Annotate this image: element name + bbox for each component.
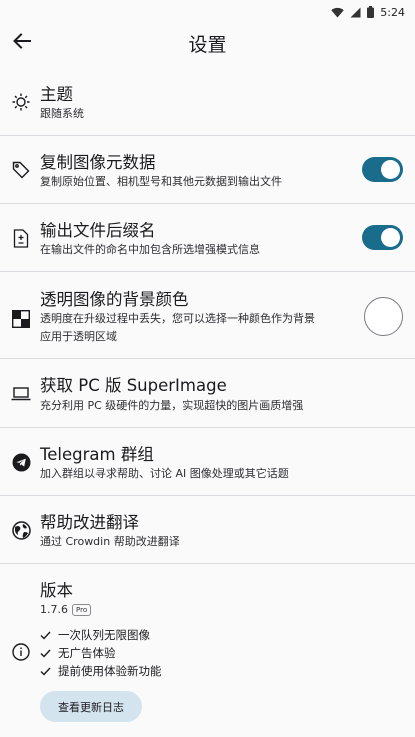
sun-icon	[11, 92, 31, 112]
setting-title: 获取 PC 版 SuperImage	[40, 376, 227, 395]
checkerboard-icon	[11, 309, 31, 329]
setting-theme[interactable]: 主题 跟随系统	[0, 68, 415, 135]
feature-item: 提前使用体验新功能	[40, 662, 162, 680]
telegram-icon	[11, 452, 31, 472]
setting-title: 复制图像元数据	[40, 153, 156, 172]
feature-label: 一次队列无限图像	[58, 628, 150, 642]
setting-subtitle: 透明度在升级过程中丢失，您可以选择一种颜色作为背景	[40, 312, 315, 325]
status-bar: 5:24	[0, 0, 415, 20]
setting-title: 主题	[40, 85, 73, 104]
tag-icon	[11, 160, 31, 180]
setting-subtitle: 复制原始位置、相机型号和其他元数据到输出文件	[40, 175, 282, 188]
setting-subtitle: 跟随系统	[40, 107, 84, 120]
setting-title: 输出文件后缀名	[40, 221, 156, 240]
check-icon	[40, 667, 54, 676]
feature-list: 一次队列无限图像 无广告体验 提前使用体验新功能	[40, 626, 162, 680]
globe-icon	[11, 520, 31, 540]
setting-copy-metadata[interactable]: 复制图像元数据 复制原始位置、相机型号和其他元数据到输出文件	[0, 136, 415, 203]
setting-transparent-bg[interactable]: 透明图像的背景颜色 透明度在升级过程中丢失，您可以选择一种颜色作为背景 应用于透…	[0, 272, 415, 358]
laptop-icon	[11, 384, 31, 404]
check-icon	[40, 649, 54, 658]
view-changelog-button[interactable]: 查看更新日志	[40, 691, 142, 722]
toggle-knob	[381, 160, 400, 179]
version-number: 1.7.6	[40, 603, 68, 616]
background-color-swatch[interactable]	[364, 297, 403, 336]
page-title: 设置	[188, 34, 227, 56]
setting-version: 版本 1.7.6 Pro 一次队列无限图像 无广告体验 提前使用体验新功能 查看更…	[0, 564, 415, 737]
setting-title: 版本	[40, 581, 73, 600]
check-icon	[40, 631, 54, 640]
copy-metadata-toggle[interactable]	[362, 157, 403, 182]
file-plus-minus-icon	[11, 228, 31, 248]
setting-subtitle: 加入群组以寻求帮助、讨论 AI 图像处理或其它话题	[40, 467, 289, 480]
setting-output-suffix[interactable]: 输出文件后缀名 在输出文件的命名中加包含所选增强模式信息	[0, 204, 415, 271]
setting-subtitle: 充分利用 PC 级硬件的力量，实现超快的图片画质增强	[40, 399, 304, 412]
setting-subtitle: 在输出文件的命名中加包含所选增强模式信息	[40, 243, 260, 256]
pro-badge: Pro	[72, 604, 92, 616]
setting-title: 透明图像的背景颜色	[40, 290, 189, 309]
setting-title: Telegram 群组	[40, 445, 154, 464]
setting-get-pc[interactable]: 获取 PC 版 SuperImage 充分利用 PC 级硬件的力量，实现超快的图…	[0, 359, 415, 427]
info-icon	[11, 642, 31, 662]
output-suffix-toggle[interactable]	[362, 225, 403, 250]
toggle-knob	[381, 228, 400, 247]
app-bar: 设置	[0, 20, 415, 64]
setting-translate[interactable]: 帮助改进翻译 通过 Crowdin 帮助改进翻译	[0, 496, 415, 563]
feature-item: 一次队列无限图像	[40, 626, 162, 644]
setting-title: 帮助改进翻译	[40, 513, 139, 532]
feature-label: 无广告体验	[58, 646, 116, 660]
setting-telegram[interactable]: Telegram 群组 加入群组以寻求帮助、讨论 AI 图像处理或其它话题	[0, 428, 415, 495]
clock: 5:24	[380, 6, 405, 19]
version-row: 1.7.6 Pro	[40, 601, 92, 619]
feature-label: 提前使用体验新功能	[58, 664, 162, 678]
setting-subtitle: 应用于透明区域	[40, 330, 117, 343]
feature-item: 无广告体验	[40, 644, 162, 662]
setting-subtitle: 通过 Crowdin 帮助改进翻译	[40, 535, 180, 548]
